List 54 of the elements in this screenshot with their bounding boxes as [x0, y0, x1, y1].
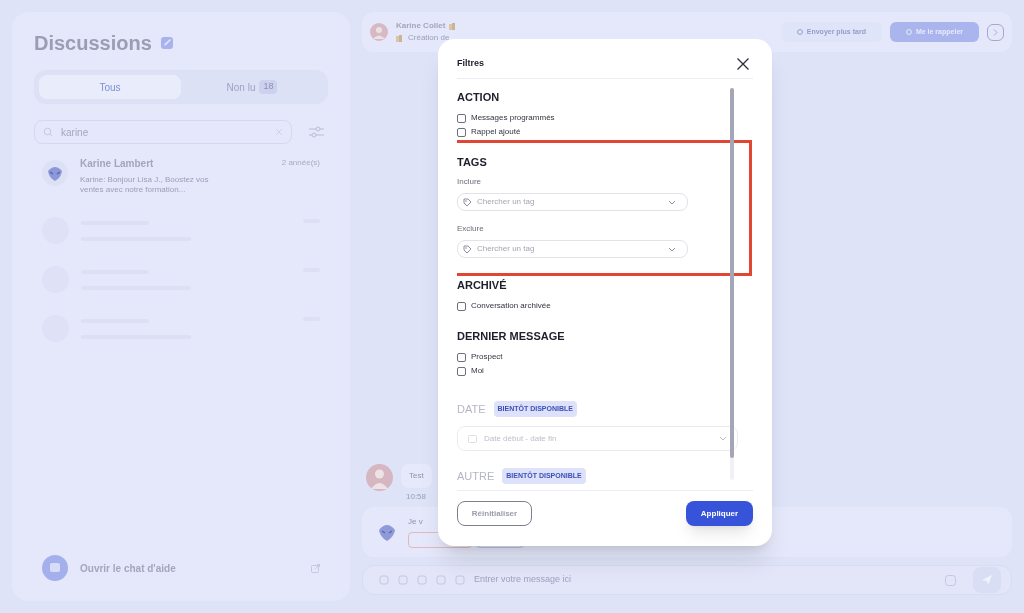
contact-name: Karine Collet [396, 20, 446, 32]
section-heading: DERNIER MESSAGE [457, 328, 565, 344]
checkbox-option[interactable]: Messages programmés [457, 111, 719, 125]
dialog-title: Filtres [457, 56, 484, 70]
send-icon [981, 574, 993, 586]
chevron-down-icon [719, 436, 727, 441]
apply-button[interactable]: Appliquer [686, 501, 753, 526]
field-label: Exclure [457, 223, 485, 235]
section-heading: ACTION [457, 89, 500, 105]
robot-icon [378, 523, 396, 541]
checkbox[interactable] [457, 366, 466, 376]
checkbox-option[interactable]: Rappel ajouté [457, 125, 719, 139]
section-heading: DATE [457, 401, 486, 417]
field-label: Inclure [457, 176, 482, 188]
reset-button[interactable]: Réinitialiser [457, 501, 532, 526]
checkbox[interactable] [457, 352, 466, 362]
checkbox[interactable] [457, 127, 466, 137]
chat-icon [42, 555, 68, 581]
external-link-icon [311, 563, 320, 573]
edit-icon[interactable] [159, 36, 174, 50]
avatar-icon [42, 160, 68, 186]
help-chat-link[interactable]: Ouvrir le chat d'aide [34, 555, 328, 581]
chevron-right-icon [992, 28, 999, 36]
books-icon [396, 34, 404, 42]
chevron-down-icon [668, 246, 676, 252]
next-button[interactable] [987, 23, 1004, 41]
section-heading: ARCHIVÉ [457, 277, 507, 293]
contact-name: Karine Lambert [80, 157, 155, 171]
section-heading: TAGS [457, 154, 487, 170]
checkbox-option[interactable]: Moi [457, 364, 719, 378]
checkbox-option[interactable]: Conversation archivée [457, 299, 719, 313]
tab[interactable]: Tous [39, 75, 181, 99]
tag-icon [463, 197, 472, 207]
send-button[interactable] [973, 567, 1001, 593]
sidebar-title: Discussions [34, 31, 152, 56]
close-icon[interactable] [737, 57, 749, 70]
count-badge: 18 [259, 80, 278, 94]
tag-select[interactable]: Chercher un tag [457, 240, 688, 258]
checkbox[interactable] [457, 301, 466, 311]
calendar-icon [468, 434, 477, 443]
books-icon [449, 22, 458, 30]
message-text: Je v [408, 516, 424, 528]
message-bubble: Test [401, 464, 432, 488]
checkbox-option[interactable]: Prospect [457, 350, 719, 364]
search-icon [43, 127, 53, 137]
tag-select[interactable]: Chercher un tag [457, 193, 688, 211]
tag-icon [463, 244, 472, 254]
search-field[interactable]: karine [34, 120, 292, 144]
tab[interactable]: Non lu 18 [181, 75, 323, 99]
message-time: 10:58 [406, 491, 428, 503]
chevron-down-icon [668, 199, 676, 205]
checkbox[interactable] [457, 113, 466, 123]
section-heading: AUTRE [457, 468, 495, 484]
contact-subtitle: Création de [408, 32, 450, 44]
